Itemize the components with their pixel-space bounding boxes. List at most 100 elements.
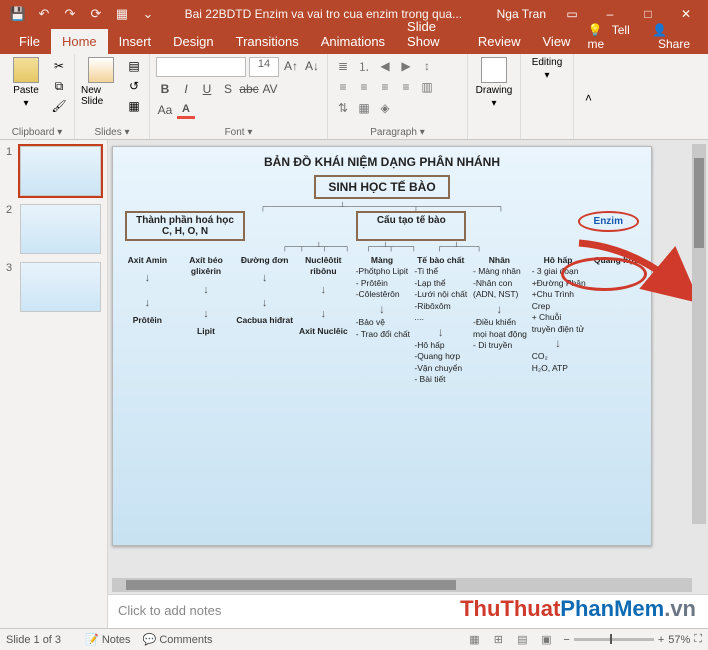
inc-indent-icon[interactable]: ▶: [397, 57, 415, 75]
slide-canvas[interactable]: BẢN ĐỒ KHÁI NIỆM DẠNG PHÂN NHÁNH SINH HỌ…: [108, 140, 708, 594]
l2-box-enzim: Enzim: [578, 211, 639, 232]
tab-view[interactable]: View: [532, 29, 582, 54]
quick-access-toolbar: 💾 ↶ ↷ ⟳ ▦ ⌄: [8, 4, 158, 24]
vertical-scrollbar[interactable]: [692, 144, 706, 524]
notes-toggle[interactable]: 📝 Notes: [85, 633, 131, 646]
group-slides: New Slide ▤ ↺ ▦ Slides ▾: [75, 54, 150, 139]
save-icon[interactable]: 💾: [8, 4, 28, 24]
paste-button[interactable]: Paste▾: [6, 57, 46, 109]
slide-title: BẢN ĐỒ KHÁI NIỆM DẠNG PHÂN NHÁNH: [119, 155, 645, 169]
new-slide-button[interactable]: New Slide: [81, 57, 121, 107]
drawing-button[interactable]: Drawing▾: [474, 57, 514, 109]
tab-animations[interactable]: Animations: [310, 29, 396, 54]
underline-button[interactable]: U: [198, 80, 216, 98]
undo-icon[interactable]: ↶: [34, 4, 54, 24]
columns-icon[interactable]: ▥: [418, 78, 436, 96]
slideshow-view-icon[interactable]: ▣: [537, 632, 555, 648]
tab-transitions[interactable]: Transitions: [225, 29, 310, 54]
collapse-ribbon[interactable]: ˄: [574, 54, 598, 139]
columns: Axit Amin↓↓Prôtêin Axít béo glixêrin↓↓Li…: [119, 255, 645, 386]
decrease-font-icon[interactable]: A↓: [303, 57, 321, 75]
workspace: 1 2 3 BẢN ĐỒ KHÁI NIỆM DẠNG PHÂN NHÁNH S…: [0, 140, 708, 628]
shadow-button[interactable]: S: [219, 80, 237, 98]
document-title: Bai 22BDTD Enzim va vai tro cua enzim tr…: [158, 7, 489, 21]
zoom-out-button[interactable]: −: [563, 634, 569, 646]
zoom-in-button[interactable]: +: [658, 634, 664, 646]
reading-view-icon[interactable]: ▤: [513, 632, 531, 648]
text-direction-icon[interactable]: ⇅: [334, 99, 352, 117]
group-label: Clipboard ▾: [6, 125, 68, 138]
cut-icon[interactable]: ✂: [50, 57, 68, 75]
thumbnail-1[interactable]: 1: [6, 146, 101, 196]
thumbnail-3[interactable]: 3: [6, 262, 101, 312]
smartart-icon[interactable]: ◈: [376, 99, 394, 117]
tell-me[interactable]: 💡 Tell me: [581, 20, 640, 54]
notes-pane[interactable]: Click to add notes: [108, 594, 708, 628]
start-from-beginning-icon[interactable]: ▦: [112, 4, 132, 24]
slide-indicator[interactable]: Slide 1 of 3: [6, 634, 61, 646]
group-editing: Editing▾: [521, 54, 574, 139]
strike-button[interactable]: abc: [240, 80, 258, 98]
align-left-icon[interactable]: ≡: [334, 78, 352, 96]
zoom-level[interactable]: 57%: [668, 634, 690, 646]
ribbon: Paste▾ ✂ ⧉ 🖌 Clipboard ▾ New Slide ▤ ↺ ▦…: [0, 54, 708, 140]
format-painter-icon[interactable]: 🖌: [50, 97, 68, 115]
tab-insert[interactable]: Insert: [108, 29, 163, 54]
case-button[interactable]: Aa: [156, 101, 174, 119]
tab-home[interactable]: Home: [51, 29, 108, 54]
align-right-icon[interactable]: ≡: [376, 78, 394, 96]
group-drawing: Drawing▾: [468, 54, 521, 139]
layout-icon[interactable]: ▤: [125, 57, 143, 75]
group-label: Paragraph ▾: [334, 125, 461, 138]
group-label: Slides ▾: [81, 125, 143, 138]
tab-file[interactable]: File: [8, 29, 51, 54]
group-clipboard: Paste▾ ✂ ⧉ 🖌 Clipboard ▾: [0, 54, 75, 139]
align-center-icon[interactable]: ≡: [355, 78, 373, 96]
section-icon[interactable]: ▦: [125, 97, 143, 115]
line-spacing-icon[interactable]: ↕: [418, 57, 436, 75]
italic-button[interactable]: I: [177, 80, 195, 98]
l2-box-hoahoc: Thành phần hoá học C, H, O, N: [125, 211, 245, 241]
status-bar: Slide 1 of 3 📝 Notes 💬 Comments ▦ ⊞ ▤ ▣ …: [0, 628, 708, 650]
normal-view-icon[interactable]: ▦: [465, 632, 483, 648]
l2-box-cautao: Cấu tạo tế bào: [356, 211, 466, 241]
group-label: [474, 136, 514, 138]
font-name-input[interactable]: [156, 57, 246, 77]
horizontal-scrollbar[interactable]: [112, 578, 692, 592]
group-font: 14 A↑ A↓ B I U S abc AV Aa A Font ▾: [150, 54, 328, 139]
bullets-icon[interactable]: ≣: [334, 57, 352, 75]
font-size-input[interactable]: 14: [249, 57, 279, 77]
group-label: [527, 136, 567, 138]
fit-to-window-icon[interactable]: ⛶: [694, 633, 702, 646]
editing-button[interactable]: Editing▾: [527, 57, 567, 81]
dec-indent-icon[interactable]: ◀: [376, 57, 394, 75]
thumbnail-2[interactable]: 2: [6, 204, 101, 254]
increase-font-icon[interactable]: A↑: [282, 57, 300, 75]
zoom-slider[interactable]: [574, 638, 654, 641]
justify-icon[interactable]: ≡: [397, 78, 415, 96]
user-name[interactable]: Nga Tran: [497, 7, 546, 21]
repeat-icon[interactable]: ⟳: [86, 4, 106, 24]
align-text-icon[interactable]: ▦: [355, 99, 373, 117]
reset-icon[interactable]: ↺: [125, 77, 143, 95]
root-box: SINH HỌC TẾ BÀO: [314, 175, 449, 199]
char-spacing-button[interactable]: AV: [261, 80, 279, 98]
comments-toggle[interactable]: 💬 Comments: [143, 633, 213, 646]
redo-icon[interactable]: ↷: [60, 4, 80, 24]
share-button[interactable]: 👤 Share: [646, 20, 702, 54]
sorter-view-icon[interactable]: ⊞: [489, 632, 507, 648]
qat-dropdown-icon[interactable]: ⌄: [138, 4, 158, 24]
slide[interactable]: BẢN ĐỒ KHÁI NIỆM DẠNG PHÂN NHÁNH SINH HỌ…: [112, 146, 652, 546]
numbering-icon[interactable]: ⒈: [355, 57, 373, 75]
bold-button[interactable]: B: [156, 80, 174, 98]
collapse-icon: ˄: [585, 91, 592, 105]
group-paragraph: ≣⒈◀▶↕ ≡≡≡≡▥ ⇅▦◈ Paragraph ▾: [328, 54, 468, 139]
font-color-button[interactable]: A: [177, 101, 195, 119]
group-label: Font ▾: [156, 125, 321, 138]
slide-thumbnails[interactable]: 1 2 3: [0, 140, 108, 628]
copy-icon[interactable]: ⧉: [50, 77, 68, 95]
tab-review[interactable]: Review: [467, 29, 532, 54]
tab-design[interactable]: Design: [162, 29, 224, 54]
ribbon-tabs: File Home Insert Design Transitions Anim…: [0, 28, 708, 54]
slide-area: BẢN ĐỒ KHÁI NIỆM DẠNG PHÂN NHÁNH SINH HỌ…: [108, 140, 708, 628]
